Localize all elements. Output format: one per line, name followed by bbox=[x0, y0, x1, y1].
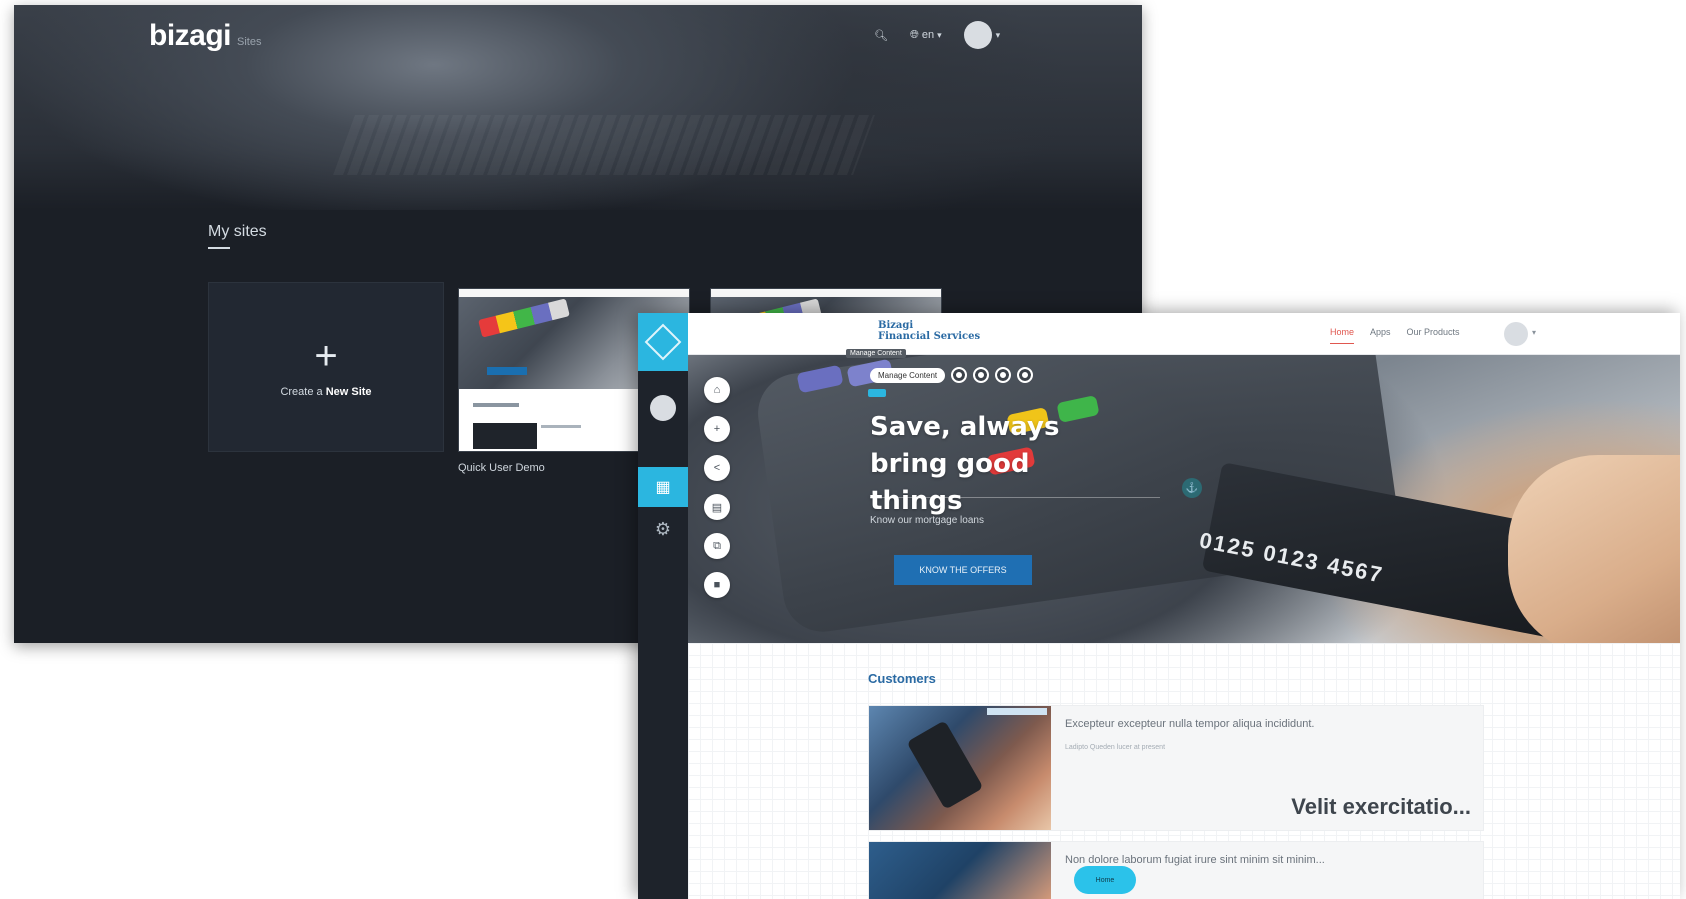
layout-icon[interactable]: ▤ bbox=[704, 494, 730, 520]
editor-sidebar: ▦ ⚙ bbox=[638, 313, 688, 899]
content-toolbar: Manage Content bbox=[870, 367, 1034, 383]
customers-heading: Customers bbox=[868, 671, 936, 686]
plus-icon: + bbox=[314, 334, 338, 378]
avatar bbox=[963, 21, 992, 49]
gear-icon[interactable]: ⚙ bbox=[638, 519, 688, 540]
menu-item-our-products[interactable]: Our Products bbox=[1407, 327, 1460, 344]
language-selector[interactable]: 🌐︎ en ▾ bbox=[910, 29, 942, 42]
pages-icon[interactable]: ▦ bbox=[638, 467, 688, 507]
language-label: en bbox=[921, 28, 935, 41]
search-icon[interactable]: 🔍︎ bbox=[874, 29, 888, 42]
chevron-down-icon: ▾ bbox=[1532, 328, 1537, 337]
site-brand[interactable]: Bizagi Financial Services bbox=[878, 320, 980, 342]
hero-section: 0125 0123 4567 Manage Content Save, alwa… bbox=[688, 355, 1680, 643]
hero-keyboard-image bbox=[333, 115, 875, 175]
brand-tooltip: Manage Content bbox=[846, 349, 906, 358]
chevron-down-icon: ▾ bbox=[937, 29, 942, 40]
site-user-avatar[interactable] bbox=[1504, 322, 1528, 346]
manage-content-button[interactable]: Manage Content bbox=[870, 367, 946, 383]
home-icon[interactable]: ⌂ bbox=[704, 377, 730, 403]
know-the-offers-button[interactable]: KNOW THE OFFERS bbox=[894, 555, 1032, 585]
duplicate-icon[interactable]: ⧉ bbox=[704, 533, 730, 559]
my-sites-heading: My sites bbox=[208, 223, 267, 240]
user-menu[interactable]: ▾ bbox=[963, 21, 1001, 49]
editor-tool-column: ⌂ + < ▤ ⧉ ■ bbox=[704, 377, 730, 598]
logo-subtitle: Sites bbox=[237, 36, 262, 48]
customer-card-title: Excepteur excepteur nulla tempor aliqua … bbox=[1065, 718, 1315, 730]
hero-title[interactable]: Save, always bring good things bbox=[870, 409, 1130, 520]
heading-underline bbox=[208, 247, 230, 249]
dashboard-top-nav: 🔍︎ 🌐︎ en ▾ ▾ bbox=[874, 21, 1000, 49]
customer-card[interactable]: Excepteur excepteur nulla tempor aliqua … bbox=[868, 705, 1484, 831]
menu-item-apps[interactable]: Apps bbox=[1370, 327, 1391, 344]
customer-image bbox=[869, 842, 1051, 899]
create-new-site-card[interactable]: + Create a New Site bbox=[208, 282, 444, 452]
duplicate-icon[interactable] bbox=[995, 367, 1012, 383]
customer-image bbox=[869, 706, 1051, 830]
logo-text: bizagi bbox=[149, 19, 232, 52]
brand-line-1: Bizagi bbox=[878, 320, 914, 331]
bizagi-logo[interactable]: bizagi Sites bbox=[149, 19, 261, 53]
menu-item-home[interactable]: Home bbox=[1330, 327, 1355, 344]
share-icon[interactable]: < bbox=[704, 455, 730, 481]
hand-image bbox=[1508, 455, 1680, 643]
create-site-label: Create a New Site bbox=[280, 386, 372, 398]
chevron-down-icon: ▾ bbox=[995, 29, 1001, 40]
floating-home-button[interactable]: Home bbox=[1074, 866, 1136, 894]
delete-icon[interactable]: ■ bbox=[704, 572, 730, 598]
content-section: Customers Excepteur excepteur nulla temp… bbox=[688, 643, 1680, 899]
site-menu: Home Apps Our Products bbox=[1330, 327, 1460, 344]
edit-icon[interactable] bbox=[951, 367, 968, 383]
cube-logo-icon bbox=[644, 323, 682, 361]
hero-divider bbox=[870, 497, 1160, 498]
add-icon[interactable]: + bbox=[704, 416, 730, 442]
customer-card-meta: Ladipto Queden lucer at present bbox=[1065, 744, 1166, 751]
settings-icon[interactable] bbox=[973, 367, 990, 383]
hero-subtitle[interactable]: Know our mortgage loans bbox=[870, 515, 984, 526]
customer-card-title: Non dolore laborum fugiat irure sint min… bbox=[1065, 854, 1325, 866]
site-card-label[interactable]: Quick User Demo bbox=[458, 462, 545, 474]
delete-icon[interactable] bbox=[1017, 367, 1034, 383]
screenshot-stage: bizagi Sites 🔍︎ 🌐︎ en ▾ ▾ My sites + Crea… bbox=[0, 0, 1686, 899]
editor-home-tile[interactable] bbox=[638, 313, 688, 371]
anchor-icon[interactable]: ⚓ bbox=[1182, 478, 1202, 498]
brand-line-2: Financial Services bbox=[878, 331, 981, 342]
sidebar-avatar[interactable] bbox=[650, 395, 676, 421]
customer-card[interactable]: Non dolore laborum fugiat irure sint min… bbox=[868, 841, 1484, 899]
site-header: Bizagi Financial Services Home Apps Our … bbox=[688, 313, 1680, 355]
site-editor-window: ▦ ⚙ Bizagi Financial Services Home Apps … bbox=[638, 313, 1680, 899]
section-tag bbox=[868, 389, 886, 397]
customer-card-heading: Velit exercitatio... bbox=[1291, 794, 1471, 819]
